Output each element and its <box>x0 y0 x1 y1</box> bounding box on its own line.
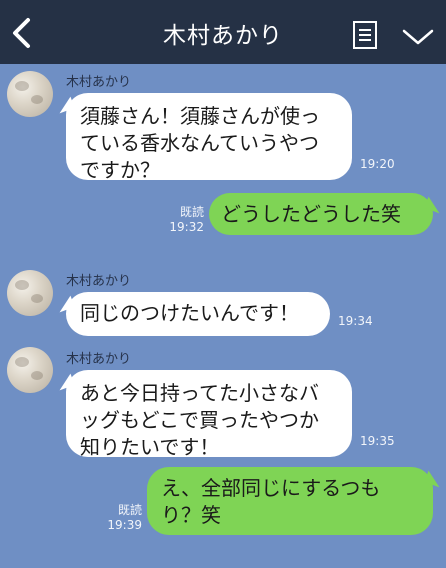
chat-title: 木村あかり <box>163 23 283 49</box>
read-status: 既読 19:32 <box>168 205 204 235</box>
read-label: 既読 <box>179 205 204 219</box>
chevron-down-icon[interactable] <box>402 28 434 46</box>
message-bubble[interactable]: 同じのつけたいんです！ <box>66 292 330 336</box>
message-bubble[interactable]: どうしたどうした笑 <box>209 193 433 235</box>
sender-name: 木村あかり <box>66 352 132 367</box>
message-time: 19:20 <box>360 157 395 171</box>
message-time: 19:34 <box>338 314 373 328</box>
message-bubble[interactable]: え、全部同じにするつもり？笑 <box>147 467 433 535</box>
message-time: 19:35 <box>360 434 395 448</box>
message-bubble[interactable]: あと今日持ってた小さなバッグもどこで買ったやつか知りたいです！ <box>66 370 352 459</box>
avatar[interactable] <box>7 71 53 117</box>
read-label: 既読 <box>117 503 142 517</box>
sender-name: 木村あかり <box>66 75 132 90</box>
chat-header: 木村あかり <box>0 0 446 64</box>
sender-name: 木村あかり <box>66 274 132 289</box>
avatar[interactable] <box>7 347 53 393</box>
message-time: 19:32 <box>169 220 204 234</box>
message-time: 19:39 <box>107 518 142 532</box>
read-status: 既読 19:39 <box>106 503 142 533</box>
memo-icon[interactable] <box>352 20 378 50</box>
avatar[interactable] <box>7 270 53 316</box>
message-bubble[interactable]: 須藤さん！須藤さんが使っている香水なんていうやつですか？ <box>66 93 352 182</box>
